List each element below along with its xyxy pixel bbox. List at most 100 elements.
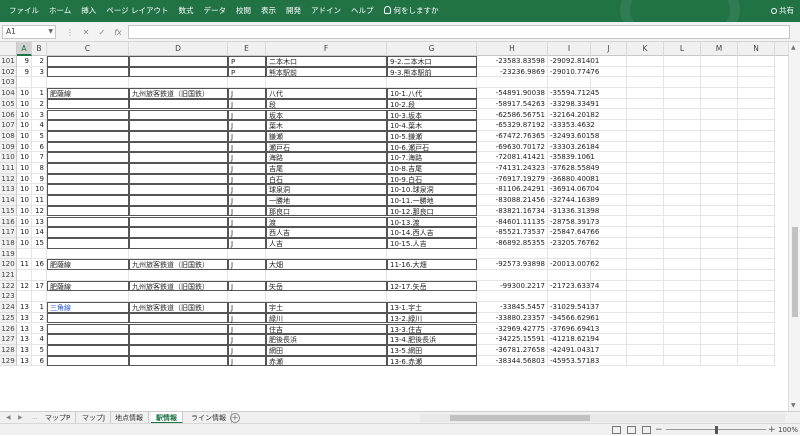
cell-c[interactable]	[47, 163, 129, 174]
cell-f[interactable]	[266, 248, 387, 260]
tell-me-search[interactable]: 何をしますか	[379, 0, 444, 22]
cell-empty[interactable]	[738, 205, 775, 217]
cell-h[interactable]: -33845.5457	[477, 302, 548, 313]
cell-d[interactable]	[129, 173, 228, 185]
row-header[interactable]: 125	[0, 312, 17, 324]
cell-a[interactable]: 10	[17, 227, 32, 238]
cell-empty[interactable]	[738, 184, 775, 196]
cell-i[interactable]: -33298.33491	[548, 98, 599, 110]
cell-g[interactable]	[387, 248, 477, 260]
cell-e[interactable]	[228, 248, 266, 260]
cell-empty[interactable]	[591, 216, 627, 228]
cell-empty[interactable]	[591, 88, 627, 99]
row-header[interactable]: 111	[0, 163, 17, 174]
cell-d[interactable]	[129, 163, 228, 174]
cell-b[interactable]	[32, 270, 47, 281]
cell-empty[interactable]	[627, 334, 664, 345]
cell-g[interactable]: 10-4.葉木	[387, 120, 477, 131]
cell-empty[interactable]	[591, 56, 627, 67]
cell-empty[interactable]	[591, 173, 627, 185]
cell-d[interactable]	[129, 109, 228, 121]
cell-e[interactable]: J	[228, 237, 266, 249]
formula-input[interactable]	[128, 25, 790, 39]
cell-d[interactable]: 九州旅客鉄道（旧国鉄）	[129, 280, 228, 292]
cell-g[interactable]: 10-14.西人吉	[387, 227, 477, 238]
cell-f[interactable]: 大畑	[266, 259, 387, 270]
cell-h[interactable]: -86892.85355	[477, 237, 548, 249]
row-header[interactable]: 114	[0, 195, 17, 206]
row-header[interactable]: 115	[0, 205, 17, 217]
cell-d[interactable]	[129, 141, 228, 153]
cell-g[interactable]: 10-6.瀬戸石	[387, 141, 477, 153]
cell-b[interactable]: 14	[32, 227, 47, 238]
cell-c[interactable]	[47, 77, 129, 89]
cell-b[interactable]: 4	[32, 334, 47, 345]
cell-empty[interactable]	[664, 280, 701, 292]
cell-empty[interactable]	[591, 109, 627, 121]
cell-empty[interactable]	[664, 98, 701, 110]
cell-h[interactable]: -72081.41421	[477, 152, 548, 163]
row-header[interactable]: 124	[0, 302, 17, 313]
cell-b[interactable]	[32, 77, 47, 89]
cell-e[interactable]	[228, 77, 266, 89]
cell-empty[interactable]	[627, 56, 664, 67]
column-header-b[interactable]: B	[32, 42, 47, 56]
cell-empty[interactable]	[701, 216, 738, 228]
cell-g[interactable]: 13-2.緑川	[387, 312, 477, 324]
column-header-h[interactable]: H	[477, 42, 548, 56]
cell-a[interactable]: 10	[17, 88, 32, 99]
cell-empty[interactable]	[701, 248, 738, 260]
cell-f[interactable]: 瀬戸石	[266, 141, 387, 153]
cell-f[interactable]: 網田	[266, 344, 387, 356]
cell-b[interactable]: 1	[32, 88, 47, 99]
cell-c[interactable]	[47, 152, 129, 163]
cell-f[interactable]: 宇土	[266, 302, 387, 313]
cell-e[interactable]: J	[228, 163, 266, 174]
cell-empty[interactable]	[738, 173, 775, 185]
cell-b[interactable]: 2	[32, 312, 47, 324]
cell-d[interactable]	[129, 323, 228, 335]
cell-empty[interactable]	[664, 344, 701, 356]
cell-a[interactable]: 13	[17, 334, 32, 345]
cell-g[interactable]: 10-11.一勝地	[387, 195, 477, 206]
cell-empty[interactable]	[627, 66, 664, 78]
cell-empty[interactable]	[701, 205, 738, 217]
cell-empty[interactable]	[701, 130, 738, 142]
cell-h[interactable]: -33880.23357	[477, 312, 548, 324]
cell-b[interactable]	[32, 248, 47, 260]
cell-h[interactable]: -54891.90038	[477, 88, 548, 99]
cell-a[interactable]: 10	[17, 152, 32, 163]
cell-i[interactable]: -36914.06704	[548, 184, 599, 196]
cell-i[interactable]: -20013.00762	[548, 259, 599, 270]
more-options-icon[interactable]: ⋮	[62, 28, 78, 37]
row-header[interactable]: 105	[0, 98, 17, 110]
cell-empty[interactable]	[591, 152, 627, 163]
row-header[interactable]: 116	[0, 216, 17, 228]
cell-a[interactable]: 11	[17, 259, 32, 270]
cell-b[interactable]: 6	[32, 141, 47, 153]
cell-empty[interactable]	[738, 152, 775, 163]
cell-i[interactable]: -29010.77476	[548, 66, 599, 78]
zoom-level[interactable]: 100%	[778, 424, 798, 436]
cell-empty[interactable]	[738, 77, 775, 89]
row-header[interactable]: 103	[0, 77, 17, 89]
cell-b[interactable]: 9	[32, 173, 47, 185]
cell-b[interactable]: 3	[32, 109, 47, 121]
cell-g[interactable]: 13-6.赤瀬	[387, 355, 477, 367]
cell-i[interactable]: -32744.16389	[548, 195, 599, 206]
cell-i[interactable]: -29092.81401	[548, 56, 599, 67]
cell-empty[interactable]	[627, 312, 664, 324]
cell-empty[interactable]	[627, 130, 664, 142]
cell-a[interactable]: 10	[17, 195, 32, 206]
cell-a[interactable]: 10	[17, 173, 32, 185]
row-header[interactable]: 122	[0, 280, 17, 292]
cell-e[interactable]: J	[228, 141, 266, 153]
cell-empty[interactable]	[627, 109, 664, 121]
cell-empty[interactable]	[664, 120, 701, 131]
cell-g[interactable]	[387, 77, 477, 89]
cell-c[interactable]: 肥薩線	[47, 259, 129, 270]
cell-h[interactable]	[477, 291, 548, 303]
cell-a[interactable]: 9	[17, 66, 32, 78]
ribbon-tab[interactable]: ファイル	[4, 0, 44, 22]
cell-g[interactable]: 9-3.熊本駅前	[387, 66, 477, 78]
